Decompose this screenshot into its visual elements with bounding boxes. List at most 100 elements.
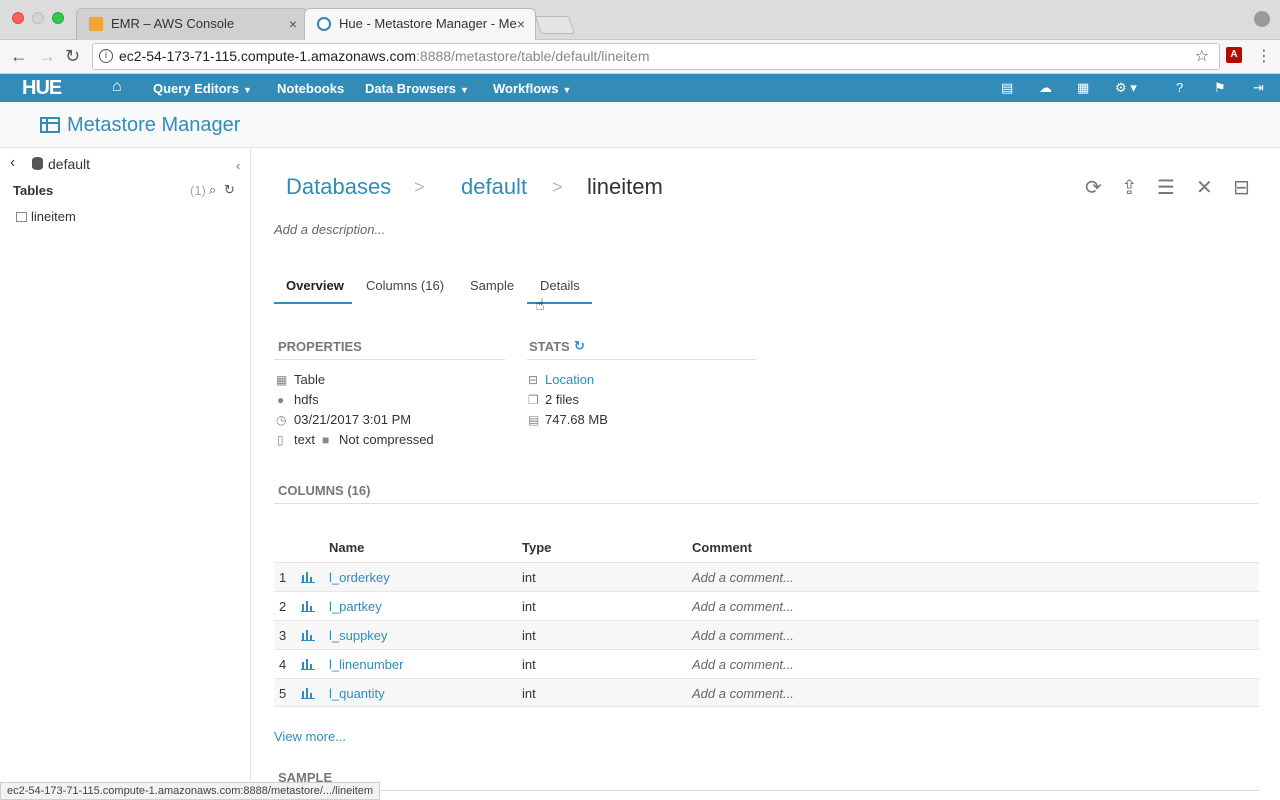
- stats-files: 2 files: [545, 392, 579, 407]
- collapse-panel-icon[interactable]: ‹: [236, 158, 240, 173]
- sidebar-tables-label: Tables: [13, 183, 54, 198]
- new-tab-button[interactable]: [534, 16, 576, 34]
- description-input[interactable]: Add a description...: [274, 222, 385, 237]
- flag-icon[interactable]: ⚑: [1214, 80, 1226, 96]
- column-type: int: [522, 599, 536, 614]
- aws-favicon-icon: [89, 17, 103, 31]
- column-name-link[interactable]: l_linenumber: [329, 657, 403, 672]
- bookmark-star-icon[interactable]: ☆: [1195, 44, 1209, 69]
- nav-notebooks[interactable]: Notebooks: [277, 81, 344, 96]
- bar-chart-icon[interactable]: [301, 629, 315, 641]
- columns-header: COLUMNS (16): [278, 483, 371, 498]
- page-title: Metastore Manager: [67, 114, 241, 136]
- column-type: int: [522, 628, 536, 643]
- hdfs-drive-icon[interactable]: ⊟: [1233, 175, 1250, 200]
- reload-icon[interactable]: ↻: [65, 46, 80, 66]
- table-icon[interactable]: ▦: [1077, 80, 1089, 96]
- nav-query-editors[interactable]: Query Editors ▼: [153, 81, 252, 96]
- upload-icon[interactable]: ⇪: [1121, 175, 1138, 200]
- url-host: ec2-54-173-71-115.compute-1.amazonaws.co…: [119, 48, 417, 64]
- database-icon: [32, 157, 43, 170]
- breadcrumb-default[interactable]: default: [461, 174, 527, 200]
- sidebar-item-lineitem[interactable]: lineitem: [31, 209, 76, 224]
- column-name-link[interactable]: l_suppkey: [329, 628, 388, 643]
- forward-arrow-icon[interactable]: →: [38, 46, 56, 66]
- column-comment-input[interactable]: Add a comment...: [692, 570, 794, 585]
- property-type: Table: [294, 372, 326, 387]
- stats-size: 747.68 MB: [545, 412, 608, 427]
- close-tab-icon[interactable]: ×: [517, 9, 525, 39]
- refresh-icon[interactable]: ⟳: [1085, 175, 1102, 200]
- column-header-name[interactable]: Name: [329, 540, 364, 555]
- column-comment-input[interactable]: Add a comment...: [692, 686, 794, 701]
- column-type: int: [522, 657, 536, 672]
- settings-icon[interactable]: ⚙ ▾: [1115, 80, 1137, 96]
- back-chevron-icon[interactable]: ‹: [10, 154, 15, 172]
- column-type: int: [522, 686, 536, 701]
- status-url: ec2-54-173-71-115.compute-1.amazonaws.co…: [0, 782, 381, 800]
- list-icon[interactable]: ☰: [1157, 175, 1175, 200]
- page-header: Metastore Manager: [0, 102, 1280, 148]
- column-name-link[interactable]: l_partkey: [329, 599, 382, 614]
- tab-sample[interactable]: Sample: [470, 278, 514, 293]
- column-header-comment[interactable]: Comment: [692, 540, 752, 555]
- column-comment-input[interactable]: Add a comment...: [692, 628, 794, 643]
- minimize-window-button[interactable]: [32, 12, 44, 24]
- browser-tab-bar: EMR – AWS Console × Hue - Metastore Mana…: [0, 0, 1280, 40]
- pdf-extension-icon[interactable]: A: [1226, 47, 1242, 63]
- refresh-stats-icon[interactable]: ↻: [574, 338, 585, 354]
- breadcrumb-databases[interactable]: Databases: [286, 174, 391, 200]
- view-more-link[interactable]: View more...: [274, 729, 346, 744]
- search-icon[interactable]: ⌕: [209, 182, 216, 198]
- sidebar-database[interactable]: default: [48, 156, 90, 172]
- browser-tab-emr[interactable]: EMR – AWS Console ×: [76, 8, 308, 40]
- table-row: 2 l_partkey int Add a comment...: [274, 591, 1259, 620]
- profile-icon[interactable]: [1254, 11, 1270, 27]
- close-tab-icon[interactable]: ×: [289, 9, 297, 39]
- column-comment-input[interactable]: Add a comment...: [692, 657, 794, 672]
- maximize-window-button[interactable]: [52, 12, 64, 24]
- bar-chart-icon[interactable]: [301, 571, 315, 583]
- table-row: 4 l_linenumber int Add a comment...: [274, 649, 1259, 678]
- url-input[interactable]: i ec2-54-173-71-115.compute-1.amazonaws.…: [92, 43, 1220, 70]
- back-arrow-icon[interactable]: ←: [10, 46, 28, 66]
- tab-columns[interactable]: Columns (16): [366, 278, 444, 293]
- column-name-link[interactable]: l_orderkey: [329, 570, 390, 585]
- cloud-icon[interactable]: ☁: [1039, 80, 1052, 96]
- bar-chart-icon[interactable]: [301, 687, 315, 699]
- property-created: 03/21/2017 3:01 PM: [294, 412, 412, 427]
- column-comment-input[interactable]: Add a comment...: [692, 599, 794, 614]
- tab-overview[interactable]: Overview: [286, 278, 344, 293]
- column-header-type[interactable]: Type: [522, 540, 551, 555]
- breadcrumb-table: lineitem: [587, 174, 663, 199]
- property-format: text: [294, 432, 315, 447]
- chevron-down-icon: ▼: [460, 85, 469, 95]
- document-icon[interactable]: ▤: [1001, 80, 1013, 96]
- browser-tab-hue[interactable]: Hue - Metastore Manager - Me ×: [304, 8, 536, 40]
- hue-top-nav: HUE ⌂ Query Editors ▼ Notebooks Data Brow…: [0, 74, 1280, 102]
- help-icon[interactable]: ?: [1176, 80, 1183, 95]
- hue-logo[interactable]: HUE: [22, 77, 62, 100]
- home-icon[interactable]: ⌂: [112, 78, 122, 96]
- chevron-down-icon: ▼: [562, 85, 572, 95]
- column-type: int: [522, 570, 536, 585]
- nav-workflows[interactable]: Workflows ▼: [493, 81, 571, 96]
- bar-chart-icon[interactable]: [301, 658, 315, 670]
- row-number: 1: [279, 570, 287, 585]
- divider: [527, 359, 756, 360]
- browser-menu-icon[interactable]: ⋮: [1256, 46, 1272, 66]
- tab-details[interactable]: Details: [540, 278, 580, 293]
- drop-x-icon[interactable]: ✕: [1196, 175, 1213, 200]
- logout-icon[interactable]: ⇥: [1253, 80, 1264, 96]
- column-name-link[interactable]: l_quantity: [329, 686, 385, 701]
- file-icon: ▯: [277, 433, 284, 447]
- nav-data-browsers[interactable]: Data Browsers ▼: [365, 81, 469, 96]
- nav-label: Data Browsers: [365, 81, 457, 96]
- info-icon[interactable]: i: [99, 49, 113, 63]
- divider: [274, 359, 505, 360]
- close-window-button[interactable]: [12, 12, 24, 24]
- refresh-icon[interactable]: ↻: [224, 182, 235, 198]
- stats-location-link[interactable]: Location: [545, 372, 594, 387]
- bar-chart-icon[interactable]: [301, 600, 315, 612]
- properties-header: PROPERTIES: [278, 339, 362, 354]
